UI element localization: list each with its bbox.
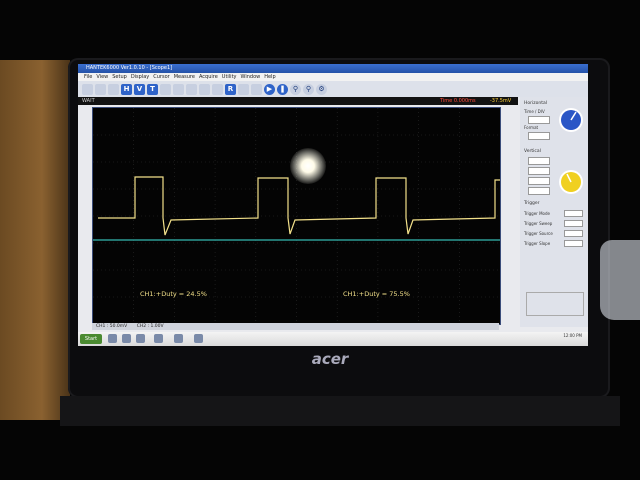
ch1-coupling-select[interactable] — [528, 167, 550, 175]
time-knob-icon[interactable] — [558, 107, 584, 133]
format-label: Format — [524, 125, 539, 130]
cursor-icon[interactable] — [199, 83, 210, 95]
trigger-slope-label: Trigger Slope — [524, 241, 551, 246]
ch2-icon[interactable] — [173, 83, 184, 95]
menu-view[interactable]: View — [96, 73, 108, 81]
trigger-slope-select[interactable] — [564, 240, 583, 247]
reference-icon[interactable]: R — [225, 83, 236, 95]
status-line: WAIT Time 0.000ms -37.5mV — [78, 97, 518, 105]
laptop-base — [60, 396, 620, 426]
trigger-source-select[interactable] — [564, 230, 583, 237]
time-div-label: Time / DIV — [524, 109, 545, 114]
open-icon[interactable] — [95, 83, 106, 95]
volt-readout: -37.5mV — [490, 98, 512, 104]
monitor-icon[interactable] — [194, 334, 203, 343]
trigger-title: Trigger — [524, 201, 540, 206]
trigger-icon[interactable]: T — [147, 83, 158, 95]
menu-utility[interactable]: Utility — [222, 73, 237, 81]
chrome-icon[interactable] — [108, 334, 117, 343]
ch1-invert-select[interactable] — [528, 187, 550, 195]
trigger-sweep-select[interactable] — [564, 220, 583, 227]
wooden-wall — [0, 60, 70, 420]
menu-window[interactable]: Window — [241, 73, 261, 81]
ch1-probe-select[interactable] — [528, 177, 550, 185]
trigger-mode-select[interactable] — [564, 210, 583, 217]
horizontal-icon[interactable]: H — [121, 83, 132, 95]
volts-knob-icon[interactable] — [558, 169, 584, 195]
vertical-icon[interactable]: V — [134, 83, 145, 95]
app-icon[interactable] — [136, 334, 145, 343]
ch1-volts-select[interactable] — [528, 157, 550, 165]
math-icon[interactable] — [212, 83, 223, 95]
ch1-scale: CH1 : 50.0mV — [96, 324, 128, 329]
ch2-scale: CH2 : 1.00V — [136, 324, 164, 329]
system-clock: 12:00 PM — [563, 333, 582, 338]
menu-cursor[interactable]: Cursor — [153, 73, 169, 81]
play-icon[interactable]: ▶ — [264, 83, 275, 95]
window-title-bar[interactable]: HANTEK6000 Ver1.0.10 - [Scope1] — [78, 64, 588, 73]
settings-icon[interactable]: ⚙ — [316, 83, 327, 95]
taskbar: Start 12:00 PM — [78, 332, 588, 346]
zoom-out-icon[interactable]: ⚲ — [303, 83, 314, 95]
laptop-screen: HANTEK6000 Ver1.0.10 - [Scope1] File Vie… — [78, 64, 588, 346]
trigger-sweep-label: Trigger Sweep — [524, 221, 553, 226]
scope-grid-svg: CH1:+Duty = 24.5% CH1:+Duty = 75.5% — [93, 108, 500, 324]
menu-acquire[interactable]: Acquire — [199, 73, 218, 81]
print-icon[interactable] — [108, 83, 119, 95]
ch1-trace — [98, 176, 500, 236]
ch1-icon[interactable] — [160, 83, 171, 95]
horizontal-title: Horizontal — [524, 101, 547, 106]
explorer-icon[interactable] — [122, 334, 131, 343]
trigger-mode-label: Trigger Mode — [524, 211, 550, 216]
zoom-in-icon[interactable]: ⚲ — [290, 83, 301, 95]
channel-status-bar: CH1 : 50.0mV CH2 : 1.00V — [92, 323, 499, 330]
menu-file[interactable]: File — [84, 73, 92, 81]
menu-display[interactable]: Display — [131, 73, 149, 81]
menu-measure[interactable]: Measure — [174, 73, 195, 81]
time-readout: Time 0.000ms — [440, 98, 476, 104]
menu-bar: File View Setup Display Cursor Measure A… — [78, 73, 588, 81]
usb-cable — [600, 240, 640, 320]
duty-measurement-left: CH1:+Duty = 24.5% — [140, 290, 207, 298]
window-title: HANTEK6000 Ver1.0.10 - [Scope1] — [86, 65, 173, 71]
menu-help[interactable]: Help — [264, 73, 275, 81]
measure-icon[interactable] — [186, 83, 197, 95]
laptop-brand: acer — [311, 350, 349, 368]
trigger-state: WAIT — [82, 98, 95, 104]
calculator-icon[interactable] — [174, 334, 183, 343]
grid-icon[interactable] — [251, 83, 262, 95]
format-select[interactable] — [528, 132, 550, 140]
toolbar: H V T R ▶ ❚ ⚲ ⚲ ⚙ — [78, 81, 588, 97]
control-panel: Horizontal Time / DIV Format Vertical Tr… — [520, 97, 588, 327]
time-div-select[interactable] — [528, 116, 550, 124]
start-button[interactable]: Start — [80, 334, 102, 344]
menu-setup[interactable]: Setup — [112, 73, 127, 81]
trigger-level-slider[interactable] — [526, 292, 584, 316]
fft-icon[interactable] — [238, 83, 249, 95]
vertical-title: Vertical — [524, 149, 541, 154]
camera-flash-glare — [290, 148, 326, 184]
stop-icon[interactable]: ❚ — [277, 83, 288, 95]
scope-display[interactable]: CH1:+Duty = 24.5% CH1:+Duty = 75.5% — [92, 107, 501, 325]
new-icon[interactable] — [82, 83, 93, 95]
duty-measurement-right: CH1:+Duty = 75.5% — [343, 290, 410, 298]
scope-app-icon[interactable] — [154, 334, 163, 343]
trigger-source-label: Trigger Source — [524, 231, 553, 236]
